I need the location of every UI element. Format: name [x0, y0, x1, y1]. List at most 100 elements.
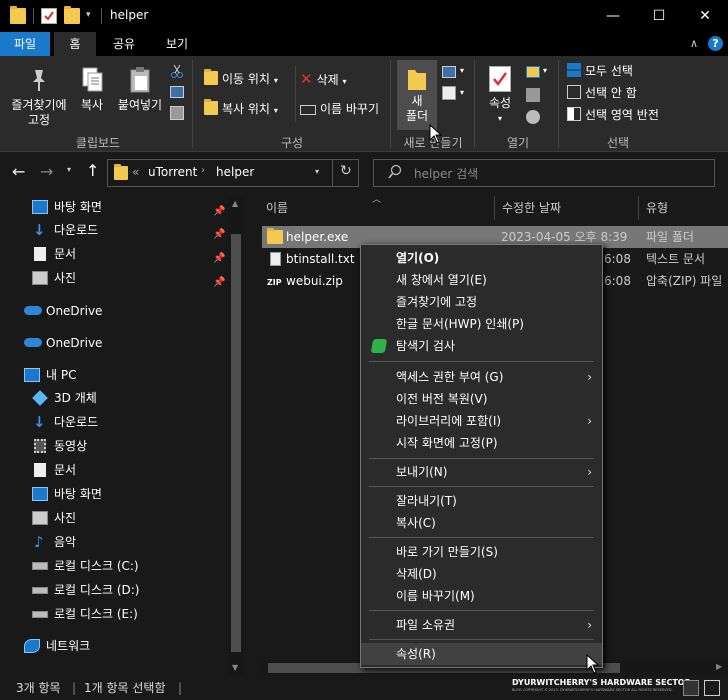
menu-item-hwp-print[interactable]: 한글 문서(HWP) 인쇄(P)	[361, 313, 602, 335]
open-icon[interactable]	[526, 66, 540, 78]
properties-label: 속성	[488, 96, 512, 110]
menu-separator	[369, 458, 594, 459]
picture-icon	[32, 511, 48, 525]
select-none-button[interactable]: 선택 안 함	[567, 83, 637, 103]
sidebar-label: 로컬 디스크 (E:)	[54, 607, 138, 621]
history-icon[interactable]	[526, 110, 540, 124]
paste-button[interactable]: 붙여넣기	[112, 66, 168, 113]
cut-icon[interactable]	[170, 64, 184, 78]
menu-item-give-access[interactable]: 액세스 권한 부여 (G) ›	[361, 366, 602, 388]
menu-item-properties[interactable]: 속성(R)	[361, 643, 602, 665]
divider	[295, 66, 296, 122]
select-all-button[interactable]: 모두 선택	[567, 61, 633, 81]
sidebar-label: OneDrive	[46, 304, 103, 318]
open-group-label: 열기	[506, 136, 530, 150]
download-icon: ↓	[33, 221, 46, 239]
paste-shortcut-icon[interactable]	[170, 106, 184, 120]
search-placeholder[interactable]: helper 검색	[414, 165, 478, 182]
status-divider: |	[178, 681, 183, 695]
desktop-icon	[32, 487, 48, 501]
new-folder-quick-icon[interactable]	[64, 6, 80, 24]
delete-button[interactable]: ✕ 삭제 ▾	[300, 69, 347, 89]
scroll-right-icon[interactable]: ▶	[716, 662, 722, 671]
menu-item-file-ownership[interactable]: 파일 소유권 ›	[361, 614, 602, 636]
invert-selection-icon	[567, 107, 581, 121]
recent-locations-icon[interactable]: ▾	[67, 165, 71, 174]
column-name[interactable]: 이름	[266, 196, 288, 220]
menu-item-open[interactable]: 열기(O)	[361, 247, 602, 269]
menu-item-send-to[interactable]: 보내기(N) ›	[361, 461, 602, 483]
menu-item-pin-start[interactable]: 시작 화면에 고정(P)	[361, 432, 602, 454]
menu-item-open-new-window[interactable]: 새 창에서 열기(E)	[361, 269, 602, 291]
column-divider[interactable]	[638, 196, 639, 220]
title-bar: ▾ helper — ☐ ✕	[0, 0, 728, 32]
large-icons-view-icon[interactable]	[704, 680, 720, 696]
move-to-button[interactable]: 이동 위치 ▾	[204, 69, 278, 89]
copy-button[interactable]: 복사	[74, 66, 110, 113]
menu-item-explorer-scan[interactable]: 탐색기 검사	[361, 335, 602, 357]
menu-item-cut[interactable]: 잘라내기(T)	[361, 490, 602, 512]
window-title: helper	[110, 8, 149, 22]
edit-icon[interactable]	[526, 88, 540, 102]
folder-copy-icon	[204, 99, 218, 115]
address-dropdown-icon[interactable]: ▾	[315, 167, 319, 176]
scroll-down-icon[interactable]: ▼	[232, 663, 238, 672]
copy-to-label: 복사 위치	[222, 102, 270, 116]
menu-item-restore-versions[interactable]: 이전 버전 복원(V)	[361, 388, 602, 410]
column-type[interactable]: 유형	[646, 196, 668, 220]
tab-view[interactable]: 보기	[154, 32, 200, 56]
collapse-ribbon-icon[interactable]: ∧	[690, 37, 698, 50]
rename-button[interactable]: 이름 바꾸기	[300, 99, 379, 119]
column-date[interactable]: 수정한 날짜	[502, 196, 561, 220]
breadcrumb-overflow[interactable]: «	[132, 165, 139, 179]
new-folder-button[interactable]: 새 폴더	[397, 60, 437, 130]
copy-path-icon[interactable]	[170, 86, 184, 98]
copy-to-button[interactable]: 복사 위치 ▾	[204, 99, 278, 119]
tab-file[interactable]: 파일	[0, 32, 50, 56]
sidebar-scroll-thumb[interactable]	[231, 234, 241, 652]
file-type: 텍스트 문서	[646, 252, 706, 266]
menu-item-rename[interactable]: 이름 바꾸기(M)	[361, 585, 602, 607]
forward-arrow-icon[interactable]: →	[40, 162, 53, 181]
search-box[interactable]: helper 검색	[373, 159, 715, 187]
menu-item-create-shortcut[interactable]: 바로 가기 만들기(S)	[361, 541, 602, 563]
scroll-up-icon[interactable]: ▲	[232, 199, 238, 208]
chevron-down-icon[interactable]: ▾	[460, 88, 464, 97]
properties-quick-icon[interactable]	[41, 8, 57, 24]
menu-item-pin-quick-access[interactable]: 즐겨찾기에 고정	[361, 291, 602, 313]
pin-icon[interactable]: 📌	[213, 248, 225, 270]
address-bar[interactable]: « uTorrent › helper ▾ ↻	[107, 159, 359, 187]
back-arrow-icon[interactable]: ←	[12, 162, 25, 181]
column-divider[interactable]	[494, 196, 495, 220]
help-icon[interactable]: ?	[708, 36, 723, 51]
chevron-down-icon[interactable]: ▾	[460, 66, 464, 75]
menu-item-delete[interactable]: 삭제(D)	[361, 563, 602, 585]
new-item-icon[interactable]	[442, 66, 456, 78]
pin-icon[interactable]: 📌	[213, 272, 225, 294]
picture-icon	[32, 271, 48, 285]
customize-qat-icon[interactable]: ▾	[86, 10, 91, 20]
maximize-button[interactable]: ☐	[636, 0, 682, 32]
chevron-right-icon[interactable]: ›	[201, 165, 205, 176]
details-view-icon[interactable]	[683, 680, 699, 696]
menu-item-copy[interactable]: 복사(C)	[361, 512, 602, 534]
drive-icon	[32, 587, 48, 594]
invert-selection-button[interactable]: 선택 영역 반전	[567, 105, 659, 125]
tab-home[interactable]: 홈	[54, 32, 96, 56]
minimize-button[interactable]: —	[590, 0, 636, 32]
ribbon: 즐겨찾기에 고정 복사 붙여넣기 클립보드 이동 위치 ▾ 복사 위치 ▾ ✕ 삭…	[0, 56, 728, 152]
pin-to-quick-access-button[interactable]: 즐겨찾기에 고정	[4, 66, 74, 128]
up-arrow-icon[interactable]: ↑	[86, 161, 99, 180]
breadcrumb-helper[interactable]: helper	[216, 165, 254, 179]
close-button[interactable]: ✕	[682, 0, 728, 32]
sidebar-label: 내 PC	[46, 368, 77, 382]
properties-button[interactable]: 속성 ▾	[480, 66, 520, 126]
pin-icon[interactable]: 📌	[213, 201, 225, 223]
pin-icon[interactable]: 📌	[213, 224, 225, 246]
easy-access-icon[interactable]	[442, 86, 456, 100]
tab-share[interactable]: 공유	[102, 32, 146, 56]
menu-item-include-library[interactable]: 라이브러리에 포함(I) ›	[361, 410, 602, 432]
refresh-icon[interactable]: ↻	[340, 163, 352, 179]
breadcrumb-utorrent[interactable]: uTorrent	[148, 165, 197, 179]
chevron-down-icon[interactable]: ▾	[543, 66, 547, 75]
